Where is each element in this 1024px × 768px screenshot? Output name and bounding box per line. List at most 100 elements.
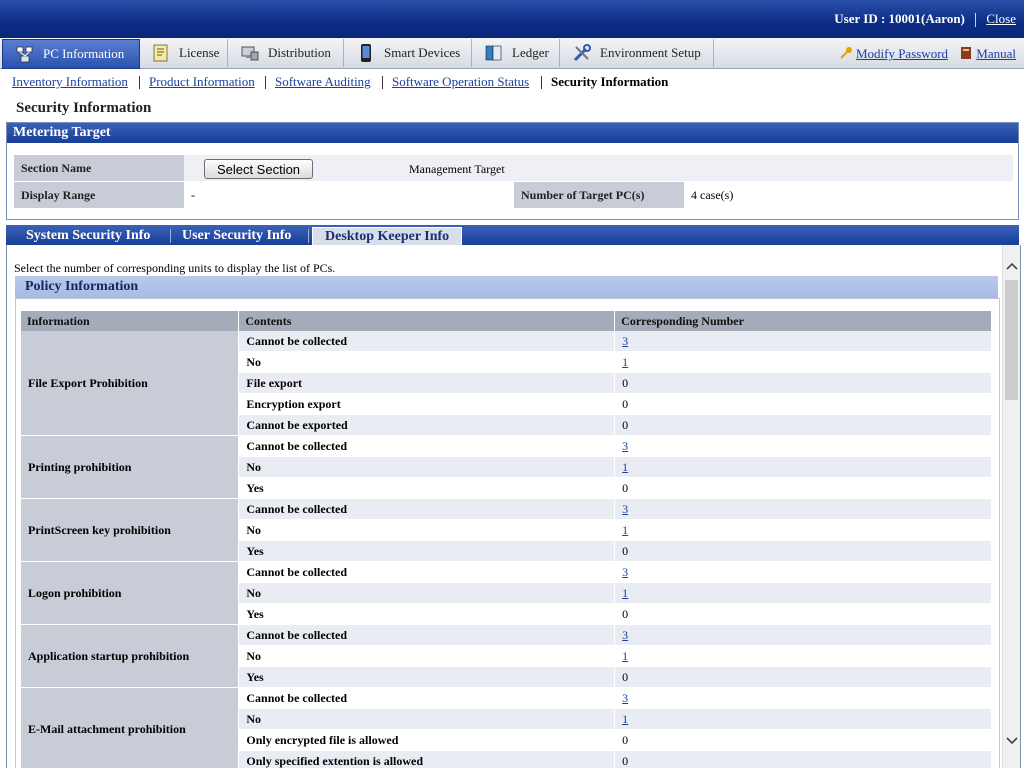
policy-group-name: PrintScreen key prohibition bbox=[21, 498, 240, 562]
key-icon bbox=[839, 46, 853, 60]
corresponding-number-link[interactable]: 3 bbox=[622, 565, 628, 579]
smartphone-icon bbox=[356, 43, 376, 63]
corresponding-number-cell: 3 bbox=[614, 331, 992, 352]
license-document-icon bbox=[151, 43, 171, 63]
policy-content: Encryption export bbox=[238, 393, 616, 415]
scroll-down-arrow-icon[interactable] bbox=[1003, 732, 1020, 749]
distribution-icon bbox=[240, 43, 260, 63]
policy-content: Only encrypted file is allowed bbox=[238, 729, 616, 751]
management-target-text: Management Target bbox=[409, 162, 505, 176]
policy-content: No bbox=[238, 351, 616, 373]
user-id-label: User ID : 10001(Aaron) bbox=[834, 11, 965, 26]
security-tab-bar: System Security Info User Security Info … bbox=[6, 225, 1019, 246]
corresponding-number-cell: 1 bbox=[614, 351, 992, 373]
metering-target-header: Metering Target bbox=[7, 123, 1018, 143]
vertical-scrollbar[interactable] bbox=[1002, 245, 1020, 768]
corresponding-number-cell: 0 bbox=[614, 414, 992, 436]
policy-content: Cannot be collected bbox=[238, 561, 616, 583]
table-header-row: Information Contents Corresponding Numbe… bbox=[21, 311, 992, 331]
page-title: Security Information bbox=[16, 100, 152, 116]
policy-content: No bbox=[238, 582, 616, 604]
table-row: Logon prohibition Cannot be collected 3 bbox=[21, 561, 992, 625]
manual-link[interactable]: Manual bbox=[976, 46, 1016, 61]
tab-ledger[interactable]: Ledger bbox=[472, 39, 560, 67]
subnav-inventory-information[interactable]: Inventory Information bbox=[12, 74, 128, 90]
user-info: User ID : 10001(Aaron) Close bbox=[834, 11, 1016, 28]
policy-content: No bbox=[238, 708, 616, 730]
close-link[interactable]: Close bbox=[986, 11, 1016, 26]
scroll-up-arrow-icon[interactable] bbox=[1003, 257, 1020, 274]
corresponding-number-cell: 1 bbox=[614, 456, 992, 478]
policy-content: Yes bbox=[238, 603, 616, 625]
corresponding-number-link[interactable]: 1 bbox=[622, 586, 628, 600]
policy-content: Cannot be collected bbox=[238, 435, 616, 457]
target-pcs-label: Number of Target PC(s) bbox=[514, 182, 684, 208]
tab-user-security-info[interactable]: User Security Info bbox=[170, 227, 303, 245]
policy-group-name: Application startup prohibition bbox=[21, 624, 240, 688]
divider bbox=[308, 229, 309, 243]
subnav-security-information-current: Security Information bbox=[551, 74, 669, 89]
corresponding-number-link[interactable]: 3 bbox=[622, 502, 628, 516]
corresponding-number-link[interactable]: 3 bbox=[622, 439, 628, 453]
corresponding-number-link[interactable]: 1 bbox=[622, 523, 628, 537]
scrollbar-thumb[interactable] bbox=[1005, 280, 1018, 400]
policy-content: Cannot be collected bbox=[238, 498, 616, 520]
divider bbox=[975, 13, 977, 28]
pc-network-icon bbox=[15, 44, 35, 64]
table-row: E-Mail attachment prohibition Cannot be c… bbox=[21, 687, 992, 768]
policy-group-name: File Export Prohibition bbox=[21, 331, 240, 436]
table-row: Printing prohibition Cannot be collected 3 bbox=[21, 435, 992, 499]
corresponding-number-cell: 0 bbox=[614, 750, 992, 768]
tab-system-security-info[interactable]: System Security Info bbox=[14, 227, 162, 245]
corresponding-number-cell: 0 bbox=[614, 666, 992, 688]
corresponding-number-link[interactable]: 1 bbox=[622, 355, 628, 369]
tab-desktop-keeper-info[interactable]: Desktop Keeper Info bbox=[312, 227, 463, 246]
corresponding-number-cell: 1 bbox=[614, 519, 992, 541]
corresponding-number-link[interactable]: 3 bbox=[622, 334, 628, 348]
select-section-button[interactable]: Select Section bbox=[204, 159, 313, 179]
corresponding-number-cell: 0 bbox=[614, 477, 992, 499]
corresponding-number-cell: 1 bbox=[614, 582, 992, 604]
tab-smart-devices[interactable]: Smart Devices bbox=[344, 39, 472, 67]
corresponding-number: 0 bbox=[622, 396, 629, 411]
table-row: Application startup prohibition Cannot be… bbox=[21, 624, 992, 688]
policy-group-name: Logon prohibition bbox=[21, 561, 240, 625]
divider bbox=[541, 76, 542, 89]
policy-content: Cannot be collected bbox=[238, 331, 616, 352]
corresponding-number-link[interactable]: 1 bbox=[622, 649, 628, 663]
corresponding-number-cell: 3 bbox=[614, 498, 992, 520]
corresponding-number-link[interactable]: 1 bbox=[622, 460, 628, 474]
tab-label: License bbox=[179, 45, 220, 60]
policy-content: No bbox=[238, 645, 616, 667]
policy-content: Yes bbox=[238, 540, 616, 562]
main-tab-bar: PC Information License Distribution Smar… bbox=[0, 38, 1024, 69]
modify-password-link[interactable]: Modify Password bbox=[856, 46, 948, 61]
policy-table-container: Information Contents Corresponding Numbe… bbox=[15, 298, 1000, 768]
ledger-book-icon bbox=[484, 43, 504, 63]
corresponding-number-link[interactable]: 1 bbox=[622, 712, 628, 726]
subnav-software-operation-status[interactable]: Software Operation Status bbox=[392, 74, 529, 90]
policy-content: Only specified extention is allowed bbox=[238, 750, 616, 768]
tab-label: Ledger bbox=[512, 45, 549, 60]
subnav-software-auditing[interactable]: Software Auditing bbox=[275, 74, 371, 90]
corresponding-number-cell: 1 bbox=[614, 708, 992, 730]
corresponding-number: 0 bbox=[622, 753, 629, 768]
policy-group-name: E-Mail attachment prohibition bbox=[21, 687, 240, 768]
policy-content: Cannot be collected bbox=[238, 624, 616, 646]
tab-label: PC Information bbox=[43, 46, 125, 61]
display-range-label: Display Range bbox=[14, 182, 184, 208]
desktop-keeper-content: Select the number of corresponding units… bbox=[6, 245, 1021, 768]
corresponding-number-cell: 0 bbox=[614, 393, 992, 415]
tab-license[interactable]: License bbox=[139, 39, 228, 67]
subnav-product-information[interactable]: Product Information bbox=[149, 74, 255, 90]
tab-environment-setup[interactable]: Environment Setup bbox=[560, 39, 714, 67]
corresponding-number-cell: 0 bbox=[614, 540, 992, 562]
corresponding-number-link[interactable]: 3 bbox=[622, 691, 628, 705]
policy-content: Cannot be exported bbox=[238, 414, 616, 436]
corresponding-number-link[interactable]: 3 bbox=[622, 628, 628, 642]
table-row: File Export Prohibition Cannot be collect… bbox=[21, 331, 992, 436]
policy-information-header: Policy Information bbox=[15, 276, 998, 298]
tab-distribution[interactable]: Distribution bbox=[228, 39, 344, 67]
tab-pc-information[interactable]: PC Information bbox=[2, 39, 140, 69]
corresponding-number: 0 bbox=[622, 417, 629, 432]
